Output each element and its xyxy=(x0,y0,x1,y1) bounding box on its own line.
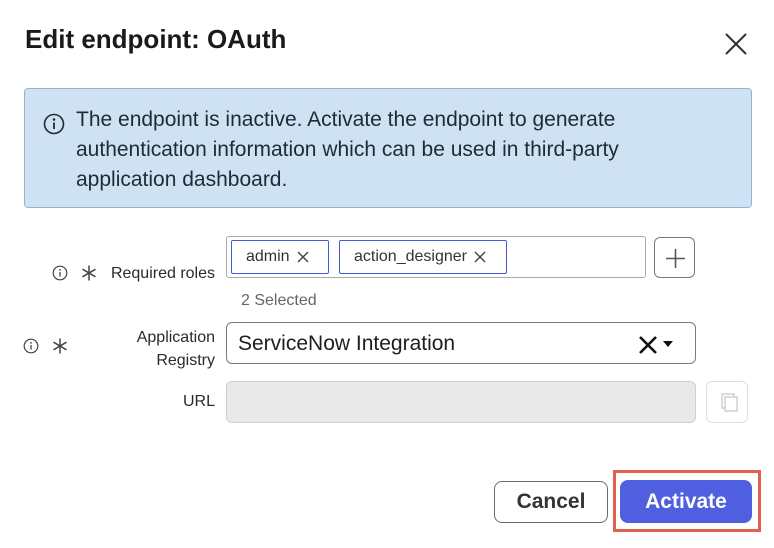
chip-label: admin xyxy=(246,248,290,265)
dialog-title: Edit endpoint: OAuth xyxy=(25,24,287,54)
selected-count: 2 Selected xyxy=(241,292,317,309)
url-label: URL xyxy=(182,393,215,410)
remove-chip-icon[interactable] xyxy=(296,250,310,264)
close-button[interactable] xyxy=(720,28,752,60)
role-chip-admin: admin xyxy=(231,240,329,274)
close-icon xyxy=(725,33,747,55)
activate-button[interactable]: Activate xyxy=(620,480,752,523)
role-chip-action-designer: action_designer xyxy=(339,240,507,274)
selected-registry: ServiceNow Integration xyxy=(238,332,456,355)
plus-icon xyxy=(666,249,685,268)
remove-chip-icon[interactable] xyxy=(473,250,487,264)
asterisk-icon xyxy=(53,338,67,354)
alert-message: The endpoint is inactive. Activate the e… xyxy=(76,108,619,191)
info-icon xyxy=(43,113,65,135)
inactive-endpoint-alert: The endpoint is inactive. Activate the e… xyxy=(24,88,752,208)
add-role-button[interactable] xyxy=(654,237,695,278)
caret-down-icon[interactable] xyxy=(663,341,673,347)
info-icon[interactable] xyxy=(52,265,68,281)
required-roles-field[interactable]: admin action_designer xyxy=(226,236,646,278)
url-field xyxy=(226,381,696,423)
copy-icon xyxy=(721,393,738,412)
chip-label: action_designer xyxy=(354,248,467,265)
label-line: Application xyxy=(136,329,215,346)
required-roles-label: Required roles xyxy=(110,265,215,282)
cancel-button[interactable]: Cancel xyxy=(494,481,608,523)
label-line: Registry xyxy=(156,352,215,369)
copy-url-button xyxy=(706,381,748,423)
asterisk-icon xyxy=(82,265,96,281)
application-registry-select[interactable]: ServiceNow Integration xyxy=(226,322,696,364)
clear-icon[interactable] xyxy=(637,334,659,356)
application-registry-label: Application Registry xyxy=(110,326,215,372)
info-icon[interactable] xyxy=(23,338,39,354)
